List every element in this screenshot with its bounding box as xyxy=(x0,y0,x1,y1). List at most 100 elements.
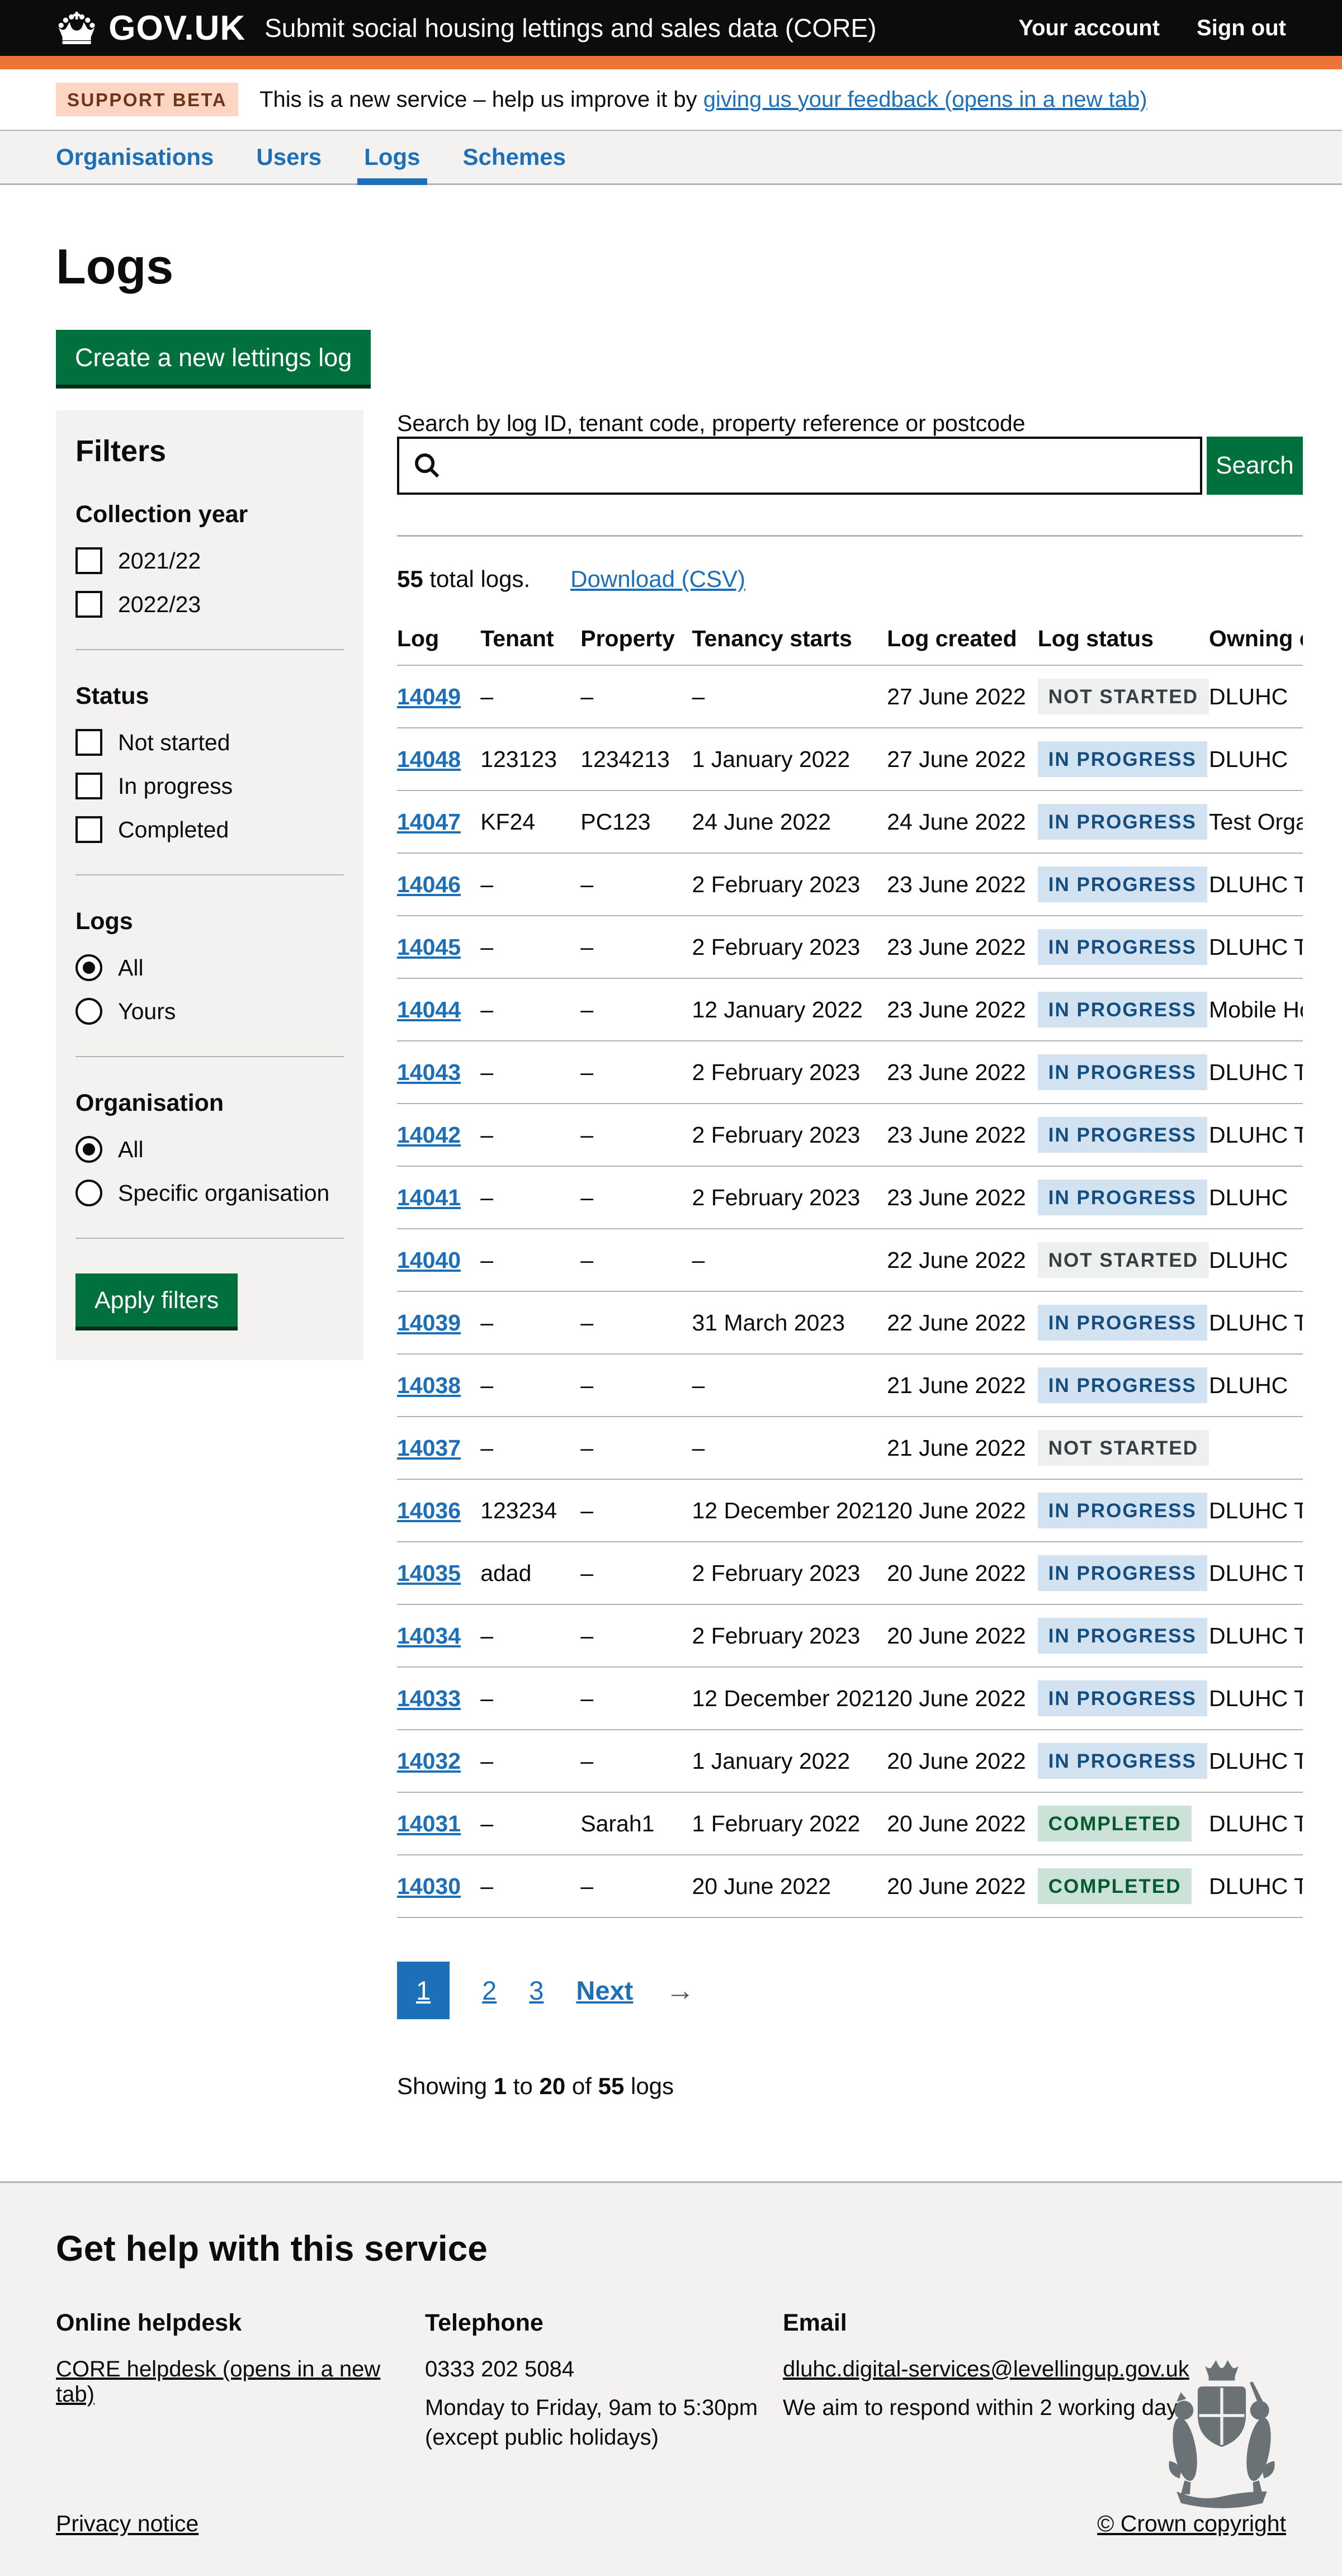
status-badge: IN PROGRESS xyxy=(1038,1180,1207,1215)
radio-button[interactable] xyxy=(75,954,102,981)
log-created-cell: 20 June 2022 xyxy=(887,1667,1038,1730)
log-created-cell: 20 June 2022 xyxy=(887,1479,1038,1542)
nav-item-logs[interactable]: Logs xyxy=(364,131,420,183)
download-csv-link[interactable]: Download (CSV) xyxy=(570,566,745,593)
radio-organisation-all[interactable]: All xyxy=(75,1136,344,1163)
log-created-cell: 20 June 2022 xyxy=(887,1542,1038,1604)
telephone-heading: Telephone xyxy=(425,2309,783,2337)
nav-link-schemes[interactable]: Schemes xyxy=(463,144,566,171)
sign-out-link[interactable]: Sign out xyxy=(1197,16,1286,41)
crown-copyright-link[interactable]: © Crown copyright xyxy=(1097,2511,1286,2537)
log-created-cell: 27 June 2022 xyxy=(887,728,1038,790)
pagination-page-2[interactable]: 2 xyxy=(482,1975,497,2006)
log-id-link[interactable]: 14042 xyxy=(397,1122,461,1148)
feedback-link[interactable]: giving us your feedback (opens in a new … xyxy=(703,87,1147,112)
log-id-link[interactable]: 14043 xyxy=(397,1059,461,1085)
nav-item-schemes[interactable]: Schemes xyxy=(463,131,566,183)
your-account-link[interactable]: Your account xyxy=(1018,16,1160,41)
govuk-logo[interactable]: GOV.UK xyxy=(56,8,245,48)
create-lettings-log-button[interactable]: Create a new lettings log xyxy=(56,330,371,385)
search-button[interactable]: Search xyxy=(1207,437,1303,495)
log-id-link[interactable]: 14046 xyxy=(397,872,461,897)
radio-button[interactable] xyxy=(75,1180,102,1206)
checkbox-in-progress[interactable]: In progress xyxy=(75,773,344,799)
nav-link-users[interactable]: Users xyxy=(256,144,322,171)
log-id-link[interactable]: 14032 xyxy=(397,1748,461,1774)
owning-org-cell: DLUHC xyxy=(1209,1166,1303,1229)
header-account-nav: Your account Sign out xyxy=(1018,16,1286,41)
table-row: 14032 – – 1 January 2022 20 June 2022 IN… xyxy=(397,1730,1303,1792)
nav-link-organisations[interactable]: Organisations xyxy=(56,144,214,171)
property-cell: – xyxy=(580,853,692,916)
log-id-link[interactable]: 14049 xyxy=(397,684,461,709)
logs-table: Log Tenant Property Tenancy starts Log c… xyxy=(397,613,1303,1918)
log-id-link[interactable]: 14035 xyxy=(397,1560,461,1586)
table-header-row: Log Tenant Property Tenancy starts Log c… xyxy=(397,613,1303,665)
table-row: 14040 – – – 22 June 2022 NOT STARTED DLU… xyxy=(397,1229,1303,1291)
log-id-link[interactable]: 14031 xyxy=(397,1811,461,1836)
log-id-link[interactable]: 14041 xyxy=(397,1185,461,1210)
log-id-link[interactable]: 14034 xyxy=(397,1623,461,1649)
property-cell: – xyxy=(580,1479,692,1542)
log-id-cell: 14039 xyxy=(397,1291,480,1354)
owning-org-cell: DLUHC Test xyxy=(1209,1291,1303,1354)
nav-link-logs[interactable]: Logs xyxy=(364,144,420,171)
core-helpdesk-link[interactable]: CORE helpdesk (opens in a new tab) xyxy=(56,2357,425,2407)
pagination-next-link[interactable]: Next xyxy=(576,1975,633,2006)
service-name[interactable]: Submit social housing lettings and sales… xyxy=(264,13,876,43)
log-id-link[interactable]: 14038 xyxy=(397,1372,461,1398)
log-id-link[interactable]: 14033 xyxy=(397,1685,461,1711)
owning-org-cell: DLUHC Test xyxy=(1209,1730,1303,1792)
telephone-hours-note: (except public holidays) xyxy=(425,2425,783,2450)
log-id-link[interactable]: 14048 xyxy=(397,746,461,772)
footer-email-column: Email dluhc.digital-services@levellingup… xyxy=(783,2309,1189,2464)
log-id-link[interactable]: 14030 xyxy=(397,1873,461,1899)
radio-button[interactable] xyxy=(75,1136,102,1163)
log-status-cell: COMPLETED xyxy=(1038,1855,1209,1917)
radio-logs-yours[interactable]: Yours xyxy=(75,998,344,1025)
search-input[interactable] xyxy=(397,437,1202,495)
radio-button[interactable] xyxy=(75,998,102,1025)
property-cell: – xyxy=(580,978,692,1041)
pagination-page-3[interactable]: 3 xyxy=(529,1975,544,2006)
nav-item-users[interactable]: Users xyxy=(256,131,322,183)
checkbox-completed[interactable]: Completed xyxy=(75,816,344,843)
owning-org-cell: DLUHC Test xyxy=(1209,1855,1303,1917)
pagination-current-page[interactable]: 1 xyxy=(397,1962,450,2019)
checkbox-not-started[interactable]: Not started xyxy=(75,729,344,756)
owning-org-cell: DLUHC xyxy=(1209,1354,1303,1417)
tenancy-starts-cell: 2 February 2023 xyxy=(692,1041,887,1104)
checkbox-box[interactable] xyxy=(75,816,102,843)
table-row: 14039 – – 31 March 2023 22 June 2022 IN … xyxy=(397,1291,1303,1354)
log-status-cell: NOT STARTED xyxy=(1038,1229,1209,1291)
log-created-cell: 20 June 2022 xyxy=(887,1855,1038,1917)
tenancy-starts-cell: 12 January 2022 xyxy=(692,978,887,1041)
log-id-link[interactable]: 14044 xyxy=(397,997,461,1022)
summary-from: 1 xyxy=(494,2073,507,2099)
log-created-cell: 22 June 2022 xyxy=(887,1229,1038,1291)
checkbox-box[interactable] xyxy=(75,591,102,618)
log-id-link[interactable]: 14039 xyxy=(397,1310,461,1336)
checkbox-box[interactable] xyxy=(75,773,102,799)
checkbox-box[interactable] xyxy=(75,729,102,756)
property-cell: – xyxy=(580,1229,692,1291)
checkbox-2021-22[interactable]: 2021/22 xyxy=(75,547,344,574)
log-id-link[interactable]: 14037 xyxy=(397,1435,461,1461)
email-link[interactable]: dluhc.digital-services@levellingup.gov.u… xyxy=(783,2357,1189,2382)
log-id-link[interactable]: 14045 xyxy=(397,934,461,960)
privacy-notice-link[interactable]: Privacy notice xyxy=(56,2511,199,2537)
checkbox-2022-23[interactable]: 2022/23 xyxy=(75,591,344,618)
apply-filters-button[interactable]: Apply filters xyxy=(75,1273,238,1327)
tenant-cell: KF24 xyxy=(480,790,580,853)
log-id-link[interactable]: 14040 xyxy=(397,1247,461,1273)
radio-specific-organisation[interactable]: Specific organisation xyxy=(75,1180,344,1206)
property-cell: – xyxy=(580,916,692,978)
status-badge: IN PROGRESS xyxy=(1038,1680,1207,1716)
nav-item-organisations[interactable]: Organisations xyxy=(56,131,214,183)
checkbox-box[interactable] xyxy=(75,547,102,574)
govuk-header: GOV.UK Submit social housing lettings an… xyxy=(0,0,1342,69)
radio-logs-all[interactable]: All xyxy=(75,954,344,981)
log-id-link[interactable]: 14047 xyxy=(397,809,461,835)
log-status-cell: IN PROGRESS xyxy=(1038,1542,1209,1604)
log-id-link[interactable]: 14036 xyxy=(397,1498,461,1523)
